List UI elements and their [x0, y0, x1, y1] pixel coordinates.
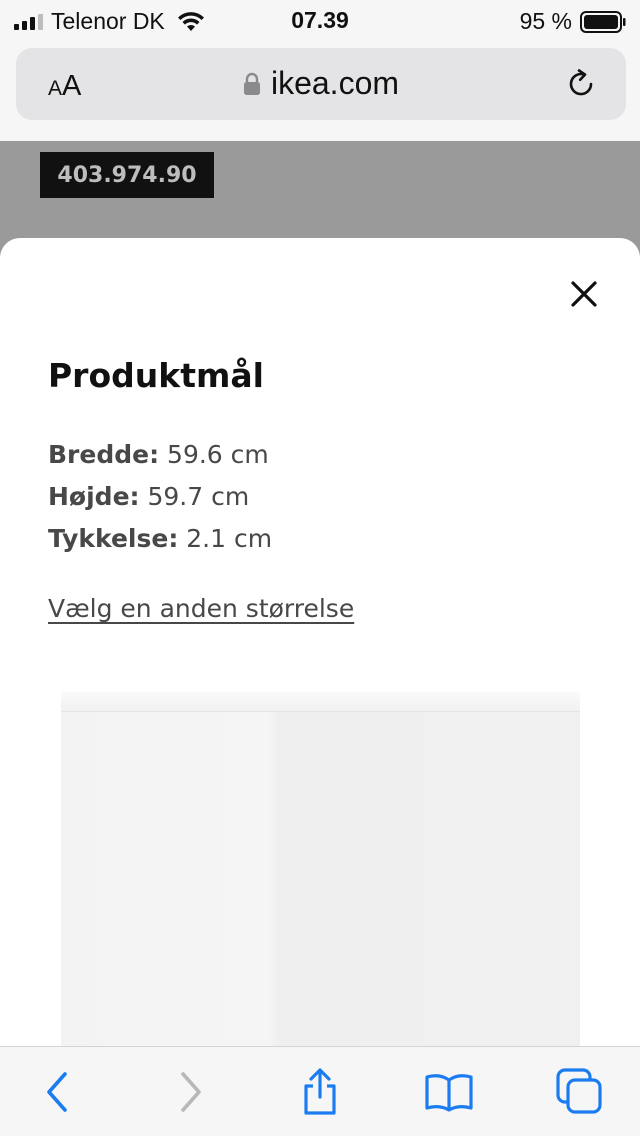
bookmarks-icon — [425, 1074, 473, 1112]
back-icon — [47, 1072, 67, 1112]
reload-icon[interactable] — [564, 67, 598, 101]
bookmarks-button[interactable] — [424, 1067, 474, 1117]
lock-icon — [243, 72, 260, 95]
article-number-badge: 403.974.90 — [40, 152, 214, 198]
product-dimensions-sheet: Produktmål Bredde: 59.6 cm Højde: 59.7 c… — [0, 238, 640, 1058]
dimension-value: 59.7 cm — [147, 482, 250, 511]
url-display[interactable]: ikea.com — [16, 65, 626, 102]
dimension-value: 59.6 cm — [167, 440, 269, 469]
battery-icon — [580, 10, 626, 33]
dimension-row-height: Højde: 59.7 cm — [48, 476, 272, 518]
dimension-label: Højde: — [48, 482, 140, 511]
sheet-title: Produktmål — [48, 356, 264, 395]
close-button[interactable] — [564, 274, 604, 314]
battery-group: 95 % — [520, 8, 626, 35]
status-bar: Telenor DK 07.39 95 % — [0, 0, 640, 40]
close-icon — [571, 281, 597, 307]
tabs-icon — [556, 1068, 602, 1114]
dimension-label: Bredde: — [48, 440, 160, 469]
browser-toolbar — [0, 1046, 640, 1136]
product-image — [61, 692, 580, 1058]
share-button[interactable] — [295, 1067, 345, 1117]
forward-button[interactable] — [165, 1067, 215, 1117]
tabs-button[interactable] — [555, 1067, 605, 1117]
address-bar[interactable]: AA ikea.com — [16, 48, 626, 120]
choose-other-size-link[interactable]: Vælg en anden størrelse — [48, 594, 354, 623]
url-text: ikea.com — [270, 65, 400, 101]
back-button[interactable] — [33, 1067, 83, 1117]
battery-percent: 95 % — [519, 8, 572, 34]
forward-icon — [181, 1072, 201, 1112]
share-icon — [304, 1068, 336, 1115]
dimension-row-width: Bredde: 59.6 cm — [48, 434, 272, 476]
dimension-value: 2.1 cm — [186, 524, 273, 553]
dimensions-list: Bredde: 59.6 cm Højde: 59.7 cm Tykkelse:… — [48, 434, 272, 560]
dimension-label: Tykkelse: — [48, 524, 179, 553]
dimension-row-thickness: Tykkelse: 2.1 cm — [48, 518, 272, 560]
